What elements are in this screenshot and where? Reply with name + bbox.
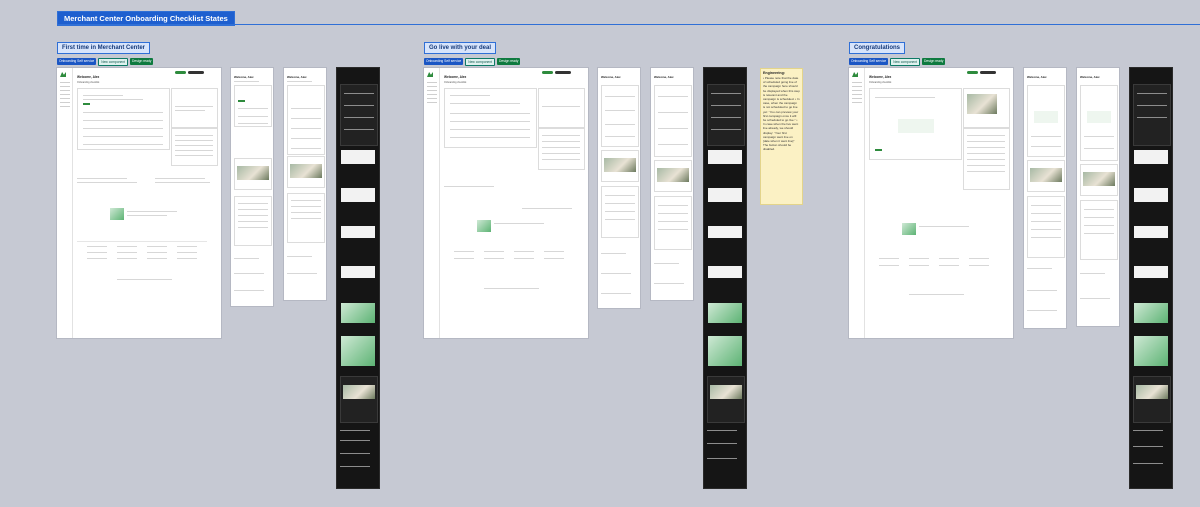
campaign-card bbox=[538, 88, 585, 128]
desktop-screen-congratulations[interactable]: Welcome, Alex Onboarding checklist bbox=[848, 67, 1014, 339]
resources-card bbox=[963, 128, 1010, 190]
resources-card bbox=[171, 128, 218, 166]
resources-card bbox=[538, 128, 585, 170]
mobile-screen-dark-3[interactable] bbox=[1129, 67, 1173, 489]
account-button[interactable] bbox=[555, 71, 571, 74]
mobile-screen-6[interactable]: Welcome, Alex bbox=[1076, 67, 1120, 327]
section-first-time: First time in Merchant Center Onboarding… bbox=[57, 36, 155, 66]
primary-button[interactable] bbox=[542, 71, 553, 74]
mobile-screen-dark-2[interactable] bbox=[703, 67, 747, 489]
board-title-rule bbox=[57, 24, 1200, 25]
section-congratulations: Congratulations Onboarding Self service N… bbox=[849, 36, 947, 66]
note-body: • Please note that the date of scheduled… bbox=[763, 76, 800, 152]
mobile-screen-dark-1[interactable] bbox=[336, 67, 380, 489]
section-go-live: Go live with your deal Onboarding Self s… bbox=[424, 36, 522, 66]
badge-self-service: Onboarding Self service bbox=[849, 58, 889, 65]
welcome-heading: Welcome, Alex bbox=[601, 75, 621, 79]
welcome-heading: Welcome, Alex bbox=[1080, 75, 1100, 79]
logo-icon bbox=[60, 72, 66, 77]
welcome-heading: Welcome, Alex bbox=[1027, 75, 1047, 79]
mobile-screen-4[interactable]: Welcome, Alex bbox=[650, 67, 694, 301]
logo-icon bbox=[852, 72, 858, 77]
account-button[interactable] bbox=[980, 71, 996, 74]
mobile-screen-3[interactable]: Welcome, Alex bbox=[597, 67, 641, 309]
badge-design-ready: Design ready bbox=[497, 58, 521, 65]
logo-icon bbox=[427, 72, 433, 77]
mobile-screen-5[interactable]: Welcome, Alex bbox=[1023, 67, 1067, 329]
mobile-screen-2[interactable]: Welcome, Alex bbox=[283, 67, 327, 301]
checklist-card[interactable] bbox=[869, 88, 962, 160]
badge-new-component: New component bbox=[465, 58, 496, 66]
badge-self-service: Onboarding Self service bbox=[424, 58, 464, 65]
campaign-card bbox=[963, 88, 1010, 128]
desktop-screen-first-time[interactable]: Welcome, Alex Onboarding checklist bbox=[56, 67, 222, 339]
badge-design-ready: Design ready bbox=[130, 58, 154, 65]
mobile-screen-1[interactable]: Welcome, Alex bbox=[230, 67, 274, 307]
primary-button[interactable] bbox=[967, 71, 978, 74]
account-button[interactable] bbox=[188, 71, 204, 74]
note-title: Engineering: bbox=[763, 71, 785, 75]
badge-new-component: New component bbox=[890, 58, 921, 66]
engineering-sticky-note: Engineering: • Please note that the date… bbox=[760, 68, 803, 205]
checklist-card[interactable] bbox=[77, 88, 170, 150]
sidebar bbox=[424, 68, 440, 338]
welcome-heading: Welcome, Alex bbox=[869, 75, 892, 79]
badge-design-ready: Design ready bbox=[922, 58, 946, 65]
welcome-heading: Welcome, Alex bbox=[654, 75, 674, 79]
checklist-heading: Onboarding checklist bbox=[77, 81, 100, 84]
section-title: First time in Merchant Center bbox=[57, 42, 151, 54]
desktop-screen-go-live[interactable]: Welcome, Alex Onboarding checklist bbox=[423, 67, 589, 339]
checklist-card[interactable] bbox=[444, 88, 537, 148]
primary-button[interactable] bbox=[175, 71, 186, 74]
campaign-card bbox=[171, 88, 218, 128]
welcome-heading: Welcome, Alex bbox=[444, 75, 467, 79]
section-title: Congratulations bbox=[849, 42, 905, 54]
section-title: Go live with your deal bbox=[424, 42, 497, 54]
welcome-heading: Welcome, Alex bbox=[287, 75, 307, 79]
badge-self-service: Onboarding Self service bbox=[57, 58, 97, 65]
checklist-heading: Onboarding checklist bbox=[869, 81, 892, 84]
sidebar bbox=[849, 68, 865, 338]
badge-new-component: New component bbox=[98, 58, 129, 66]
checklist-heading: Onboarding checklist bbox=[444, 81, 467, 84]
welcome-heading: Welcome, Alex bbox=[77, 75, 100, 79]
sidebar bbox=[57, 68, 73, 338]
welcome-heading: Welcome, Alex bbox=[234, 75, 254, 79]
